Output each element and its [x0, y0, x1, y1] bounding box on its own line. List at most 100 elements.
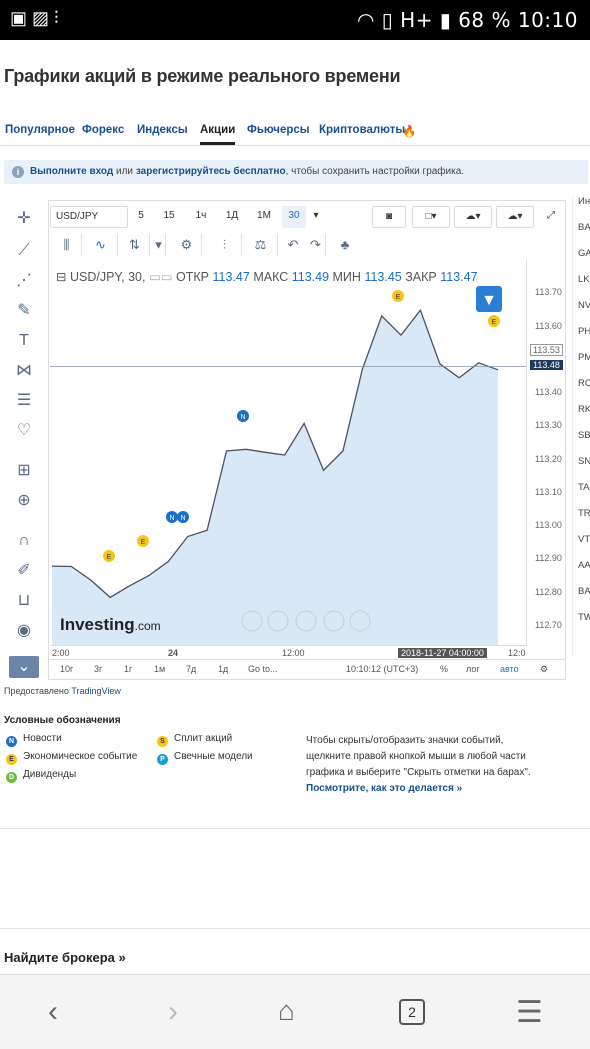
redo-icon[interactable]: ↷: [306, 234, 326, 256]
tab-futures[interactable]: Фьючерсы: [247, 124, 310, 136]
tabs-count[interactable]: 2: [399, 999, 425, 1025]
expand-toolbar-button[interactable]: ⌄: [9, 656, 39, 678]
instrument-item[interactable]: NV: [578, 300, 590, 311]
area-chart-icon[interactable]: ∿: [84, 234, 118, 256]
how-to-link[interactable]: Посмотрите, как это делается »: [306, 783, 462, 794]
measure-icon[interactable]: ⊞: [13, 460, 35, 482]
camera-icon[interactable]: ◙: [372, 206, 406, 228]
register-link[interactable]: зарегистрируйтесь бесплатно: [136, 166, 286, 177]
login-notice: i Выполните вход или зарегистрируйтесь б…: [4, 160, 588, 184]
divider: [0, 928, 590, 929]
scale-icon[interactable]: ⚖: [244, 234, 278, 256]
range-10y[interactable]: 10г: [60, 664, 73, 674]
y-tick-label: 113.30: [535, 420, 562, 431]
trendline-icon[interactable]: ⟋: [13, 240, 35, 262]
instrument-item[interactable]: VT: [578, 534, 590, 545]
auto-toggle[interactable]: авто: [500, 664, 519, 674]
market-tabs: Популярное Форекс Индексы Акции Фьючерсы…: [0, 118, 590, 146]
divider: [0, 828, 590, 829]
cloud-download-icon[interactable]: ☁▾: [454, 206, 492, 228]
menu-icon[interactable]: ☰: [516, 995, 543, 1030]
tab-stocks[interactable]: Акции: [200, 124, 236, 145]
candles-icon[interactable]: ⫼: [52, 234, 82, 256]
log-toggle[interactable]: лог: [466, 664, 480, 674]
instrument-item[interactable]: TW: [578, 612, 590, 623]
tab-indices[interactable]: Индексы: [137, 124, 188, 136]
crosshair-icon[interactable]: ✛: [13, 208, 35, 230]
y-tick-label: 113.00: [535, 520, 562, 531]
zoom-icon[interactable]: ⊕: [13, 490, 35, 512]
tradingview-link[interactable]: TradingView: [71, 686, 121, 696]
tab-popular[interactable]: Популярное: [5, 124, 75, 136]
dislike-icon[interactable]: ♡: [13, 420, 35, 442]
compare-chevron-icon[interactable]: ▾: [152, 234, 166, 256]
alert-icon[interactable]: ♣: [330, 234, 360, 256]
percent-toggle[interactable]: %: [440, 664, 448, 674]
status-icons: ▣ ▨ ⫶: [10, 8, 59, 28]
range-bar: 10г 3г 1г 1м 7д 1д Go to... 10:10:12 (UT…: [50, 659, 566, 679]
settings-icon[interactable]: ⚙: [540, 664, 548, 675]
fib-icon[interactable]: ☰: [13, 390, 35, 412]
instrument-item[interactable]: PM: [578, 352, 590, 363]
tab-forex[interactable]: Форекс: [82, 124, 124, 136]
settings-icon[interactable]: ⚙: [172, 234, 202, 256]
range-1y[interactable]: 1г: [124, 664, 132, 674]
instrument-item[interactable]: RO: [578, 378, 590, 389]
pencil-lock-icon[interactable]: ✐: [13, 560, 35, 582]
magnet-icon[interactable]: ∩: [13, 530, 35, 552]
range-1d[interactable]: 1д: [218, 664, 228, 674]
indicators-icon[interactable]: ⫶: [208, 234, 242, 256]
interval-1m[interactable]: 1М: [252, 206, 276, 228]
color-picker-icon[interactable]: □▾: [412, 206, 450, 228]
back-icon[interactable]: ‹: [48, 995, 58, 1029]
instrument-item[interactable]: RK: [578, 404, 590, 415]
y-tick-label: 112.70: [535, 620, 562, 631]
instrument-item[interactable]: BA: [578, 222, 590, 233]
interval-1d[interactable]: 1Д: [220, 206, 244, 228]
fullscreen-icon[interactable]: ⤢: [540, 206, 562, 228]
instrument-item[interactable]: PH: [578, 326, 590, 337]
info-icon: i: [12, 166, 24, 178]
find-broker-link[interactable]: Найдите брокера »: [4, 950, 126, 965]
tab-crypto[interactable]: Криптовалюты: [319, 124, 405, 136]
instrument-item[interactable]: LK: [578, 274, 590, 285]
pitchfork-icon[interactable]: ⋰: [13, 270, 35, 292]
interval-5[interactable]: 5: [132, 206, 150, 228]
instrument-item[interactable]: SB: [578, 430, 590, 441]
compare-icon[interactable]: ⇅: [120, 234, 150, 256]
x-tick-label: 2018-11-27 04:00:00: [398, 648, 487, 658]
goto-button[interactable]: Go to...: [248, 664, 278, 674]
symbol-input[interactable]: USD/JPY: [50, 206, 128, 228]
y-tick-label: 113.70: [535, 287, 562, 298]
brush-icon[interactable]: ✎: [13, 300, 35, 322]
x-tick-label: 24: [168, 648, 179, 658]
legend-split: S Сплит акций: [157, 733, 232, 747]
thumbs-down-icon[interactable]: ▼: [476, 286, 502, 312]
text-icon[interactable]: T: [13, 330, 35, 352]
home-icon[interactable]: ⌂: [278, 995, 295, 1027]
instrument-item[interactable]: Ин: [578, 196, 590, 207]
undo-icon[interactable]: ↶: [282, 234, 304, 256]
interval-30[interactable]: 30: [282, 206, 306, 228]
cloud-upload-icon[interactable]: ☁▾: [496, 206, 534, 228]
range-7d[interactable]: 7д: [186, 664, 196, 674]
instrument-item[interactable]: TA: [578, 482, 589, 493]
interval-15[interactable]: 15: [158, 206, 180, 228]
chevron-down-icon[interactable]: ▾: [308, 206, 324, 228]
instrument-item[interactable]: TR: [578, 508, 590, 519]
pattern-icon[interactable]: ⋈: [13, 360, 35, 382]
instrument-item[interactable]: GA: [578, 248, 590, 259]
range-1m[interactable]: 1м: [154, 664, 165, 674]
login-link[interactable]: Выполните вход: [30, 166, 113, 177]
lock-icon[interactable]: ⊔: [13, 590, 35, 612]
eye-icon[interactable]: ◉: [13, 620, 35, 642]
y-tick-label: 113.10: [535, 486, 562, 497]
instrument-item[interactable]: AA: [578, 560, 590, 571]
interval-1h[interactable]: 1ч: [190, 206, 212, 228]
price-chart[interactable]: E E N N N E E ▼ Investing.com: [50, 260, 526, 646]
forward-icon[interactable]: ›: [168, 995, 178, 1029]
instrument-item[interactable]: BA: [578, 586, 590, 597]
instrument-item[interactable]: SN: [578, 456, 590, 467]
range-3y[interactable]: 3г: [94, 664, 102, 674]
svg-text:E: E: [141, 539, 146, 546]
